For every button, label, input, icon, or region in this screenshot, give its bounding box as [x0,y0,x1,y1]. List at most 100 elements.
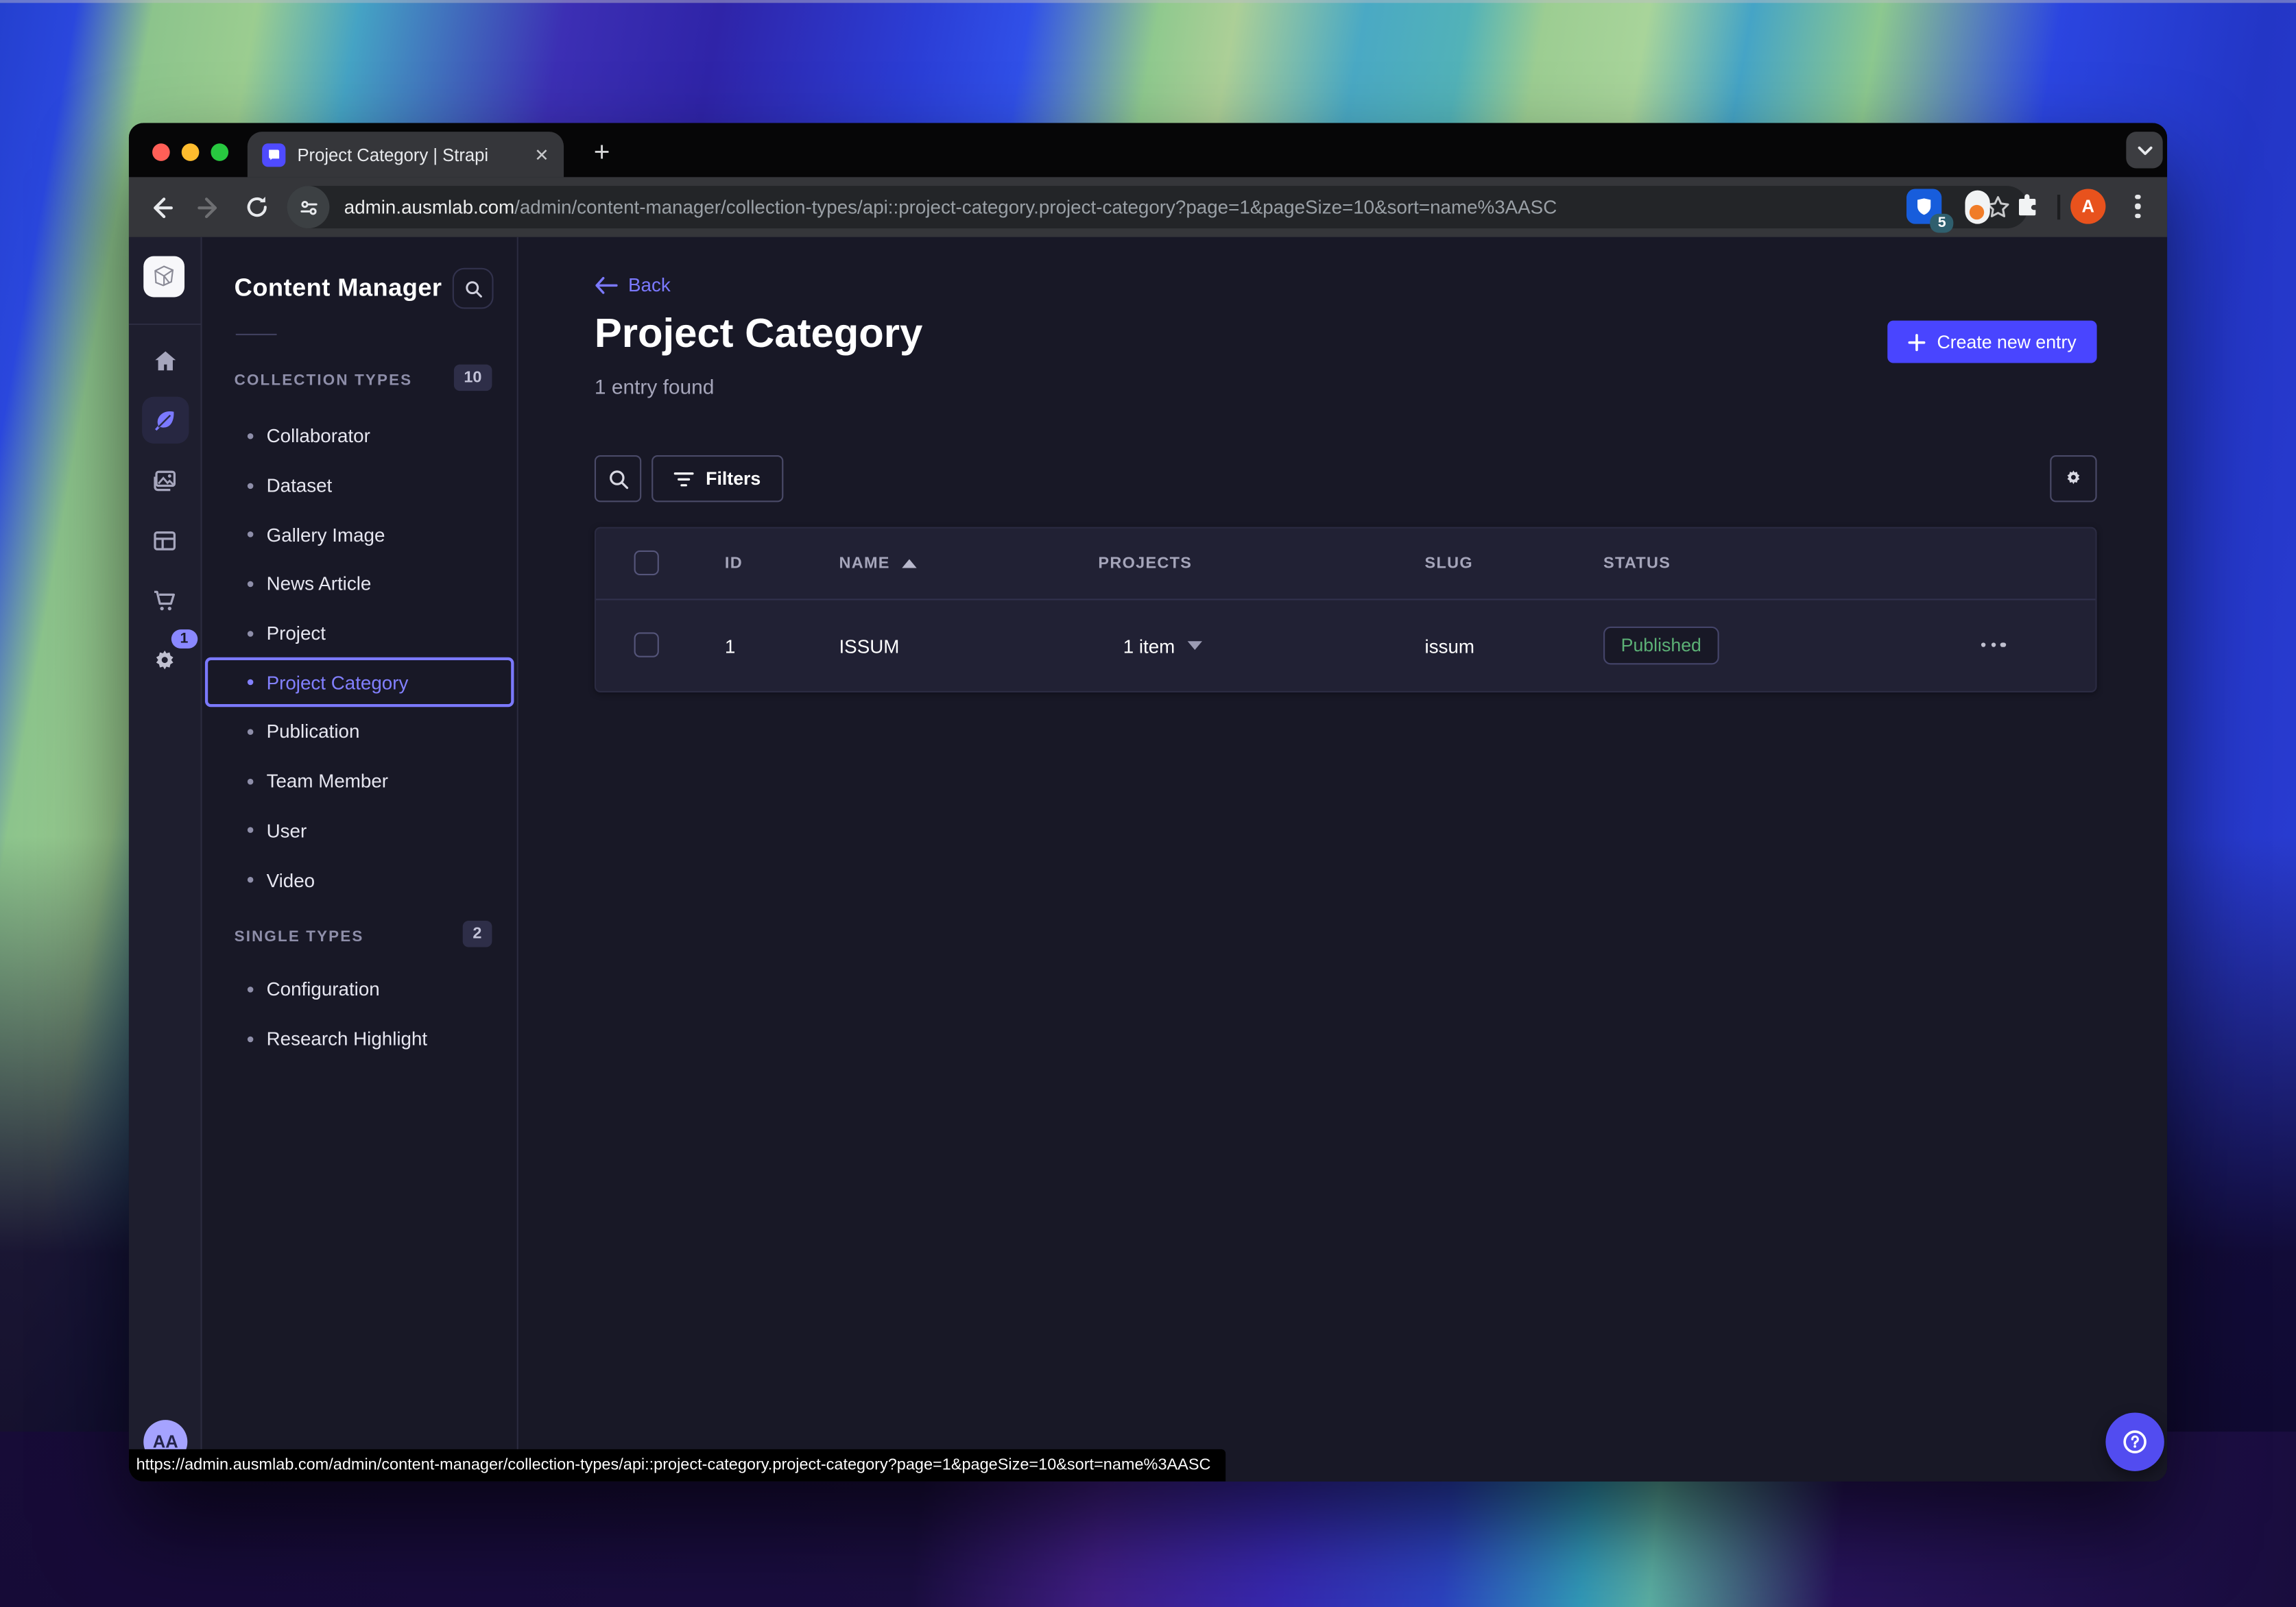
subnav-search-button[interactable] [452,267,494,309]
search-entries-button[interactable] [594,455,642,503]
forward-nav-icon[interactable] [193,192,224,223]
minimize-window-button[interactable] [181,143,200,161]
plus-icon [1908,333,1926,351]
content-manager-subnav: Content Manager COLLECTION TYPES 10 Coll… [202,237,518,1482]
bullet-icon [247,778,254,784]
extension-badge: 5 [1930,213,1954,233]
subnav-item[interactable]: Project Category [204,657,514,708]
back-nav-icon[interactable] [145,192,176,223]
strip-divider [128,323,201,326]
subnav-title: Content Manager [234,274,442,302]
column-header-projects[interactable]: PROJECTS [1098,555,1192,572]
sort-asc-icon [901,559,917,568]
url-text: admin.ausmlab.com/admin/content-manager/… [344,196,1557,219]
tab-close-icon[interactable]: ✕ [534,144,549,165]
bullet-icon [247,433,254,439]
tab-title: Project Category | Strapi [297,144,489,165]
entry-count: 1 entry found [594,374,715,398]
bullet-icon [247,581,254,588]
filters-button[interactable]: Filters [651,455,783,503]
bullet-icon [247,482,254,489]
table-row[interactable]: 1 ISSUM 1 item issum Published [596,599,2096,691]
subnav-item[interactable]: Gallery Image [205,510,514,559]
menubar-edge [0,0,2296,3]
site-info-icon[interactable] [287,186,330,229]
tab-strip: Project Category | Strapi ✕ + [128,123,2168,178]
subnav-item[interactable]: Publication [205,708,514,757]
column-header-slug[interactable]: SLUG [1425,555,1473,572]
select-all-checkbox[interactable] [634,550,659,576]
subnav-item[interactable]: Project [205,609,514,658]
collection-types-count: 10 [453,364,492,391]
marketplace-nav-button[interactable] [136,571,194,631]
cell-id: 1 [724,634,736,657]
extensions-puzzle-icon[interactable] [2009,189,2044,223]
subnav-item[interactable]: Configuration [205,965,514,1014]
entries-table: ID NAME PROJECTS SLUG STATUS 1 ISSUM 1 i… [594,527,2097,692]
url-bar[interactable]: admin.ausmlab.com/admin/content-manager/… [287,186,2029,229]
bullet-icon [247,630,254,636]
view-settings-button[interactable] [2050,455,2097,503]
filter-icon [673,472,694,486]
content-manager-nav-button[interactable] [136,391,194,451]
row-actions-icon[interactable] [1981,642,2006,648]
cell-slug: issum [1424,634,1475,657]
settings-notification-badge: 1 [171,629,198,649]
single-types-label: SINGLE TYPES [234,928,364,946]
back-link[interactable]: Back [595,274,671,295]
media-library-nav-button[interactable] [136,451,194,511]
home-nav-button[interactable] [136,331,194,391]
proxy-extension-icon[interactable] [1959,189,1994,223]
single-types-count: 2 [462,921,492,947]
help-button[interactable] [2105,1412,2164,1471]
row-checkbox[interactable] [634,632,659,657]
strapi-favicon [262,143,286,167]
cell-projects[interactable]: 1 item [1123,600,1203,690]
settings-nav-button[interactable]: 1 [136,629,198,691]
new-tab-button[interactable]: + [583,134,621,173]
main-content: Back Project Category 1 entry found Crea… [518,237,2168,1482]
bullet-icon [247,877,254,883]
subnav-item[interactable]: News Article [205,559,514,609]
window-controls [152,143,229,161]
bullet-icon [247,531,254,538]
subnav-item[interactable]: Research Highlight [205,1014,514,1063]
subnav-divider [235,333,277,335]
close-window-button[interactable] [152,143,170,161]
tab-search-button[interactable] [2126,132,2163,169]
table-header: ID NAME PROJECTS SLUG STATUS [596,529,2095,599]
browser-menu-icon[interactable] [2123,191,2153,223]
expand-relation-icon [1188,641,1203,651]
collection-types-label: COLLECTION TYPES [234,372,413,389]
main-nav-strip: 1 AA [128,237,202,1482]
subnav-item[interactable]: Team Member [205,756,514,806]
back-arrow-icon [595,276,618,293]
browser-tab[interactable]: Project Category | Strapi ✕ [247,132,564,178]
link-status-bar: https://admin.ausmlab.com/admin/content-… [128,1449,1225,1482]
bullet-icon [247,827,254,834]
bullet-icon [247,729,254,735]
password-extension-icon[interactable]: 5 [1906,189,1954,233]
browser-profile-avatar[interactable]: A [2070,189,2106,224]
column-header-name[interactable]: NAME [839,555,917,572]
toolbar-divider [2057,194,2061,220]
zoom-window-button[interactable] [211,143,229,161]
browser-toolbar: admin.ausmlab.com/admin/content-manager/… [128,177,2168,237]
column-header-id[interactable]: ID [725,555,743,572]
page-title: Project Category [594,310,923,356]
bullet-icon [247,1035,254,1042]
cell-name: ISSUM [839,634,900,657]
workspace-logo[interactable] [143,256,185,298]
browser-window: Project Category | Strapi ✕ + admin.ausm… [128,123,2168,1482]
subnav-item[interactable]: Collaborator [205,411,514,461]
column-header-status[interactable]: STATUS [1603,555,1671,572]
reload-icon[interactable] [241,192,272,223]
cell-status: Published [1603,600,1719,690]
create-new-entry-button[interactable]: Create new entry [1887,320,2097,363]
strapi-app: 1 AA Content Manager COLLECTION TYPES 10… [128,237,2168,1482]
collection-types-list: Collaborator Dataset Gallery Image News … [202,411,517,904]
subnav-item[interactable]: User [205,806,514,855]
subnav-item[interactable]: Dataset [205,461,514,510]
subnav-item[interactable]: Video [205,855,514,904]
content-type-builder-nav-button[interactable] [136,511,194,571]
